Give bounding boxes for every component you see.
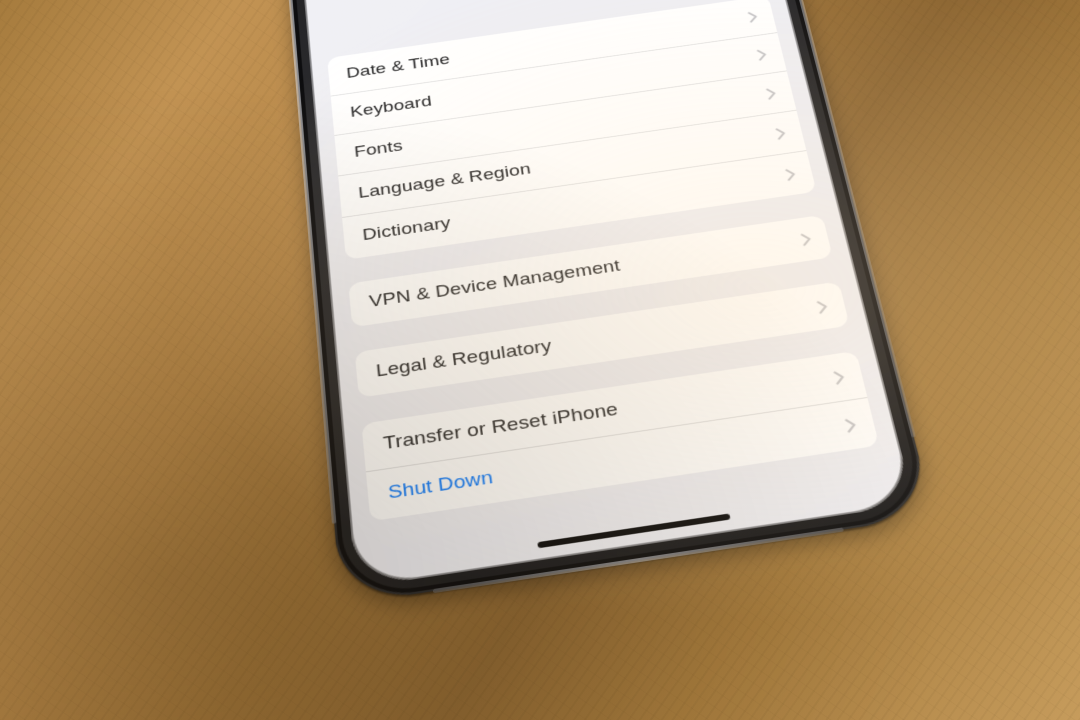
settings-row-language-region[interactable]: Language & Region — [338, 110, 806, 217]
chevron-right-icon — [833, 369, 846, 384]
phone-shadow — [298, 207, 1044, 619]
row-label: Shut Down — [387, 467, 494, 504]
settings-row-legal-regulatory[interactable]: Legal & Regulatory — [355, 281, 850, 397]
chevron-right-icon — [844, 417, 857, 433]
phone-rail — [737, 0, 917, 438]
photo-stage: Date & Time Keyboard Fonts — [0, 0, 1080, 720]
settings-group: VPN & Device Management — [348, 215, 833, 328]
chevron-right-icon — [775, 127, 787, 140]
phone-rail — [274, 0, 337, 524]
chevron-right-icon — [756, 48, 768, 61]
settings-general-list: Date & Time Keyboard Fonts — [285, 0, 899, 524]
row-label: Dictionary — [362, 214, 452, 245]
settings-group: Transfer or Reset iPhone Shut Down — [361, 351, 879, 521]
home-indicator[interactable] — [537, 513, 730, 548]
phone-rail — [433, 527, 844, 593]
chevron-right-icon — [800, 232, 812, 246]
settings-row-date-time[interactable]: Date & Time — [327, 0, 777, 96]
settings-row-keyboard[interactable]: Keyboard — [331, 32, 787, 135]
settings-row-fonts[interactable]: Fonts — [334, 70, 796, 175]
phone-chassis — [272, 0, 934, 605]
row-label: Transfer or Reset iPhone — [382, 400, 619, 455]
settings-row-dictionary[interactable]: Dictionary — [342, 150, 817, 260]
settings-row-vpn-device-management[interactable]: VPN & Device Management — [348, 215, 833, 328]
row-label: Legal & Regulatory — [375, 336, 553, 382]
row-label: Keyboard — [350, 93, 433, 122]
settings-group: Date & Time Keyboard Fonts — [327, 0, 816, 260]
chevron-right-icon — [816, 299, 829, 314]
screen-gloss — [285, 0, 915, 588]
settings-group: Legal & Regulatory — [355, 281, 850, 397]
row-label: Fonts — [353, 137, 403, 161]
iphone-device: Date & Time Keyboard Fonts — [272, 0, 934, 605]
row-label: Date & Time — [346, 51, 451, 82]
chevron-right-icon — [747, 10, 758, 22]
chevron-right-icon — [785, 167, 797, 181]
chevron-right-icon — [765, 87, 777, 100]
settings-row-shut-down[interactable]: Shut Down — [366, 397, 879, 521]
phone-screen: Date & Time Keyboard Fonts — [285, 0, 915, 588]
settings-row-transfer-reset[interactable]: Transfer or Reset iPhone — [361, 351, 867, 472]
row-label: Language & Region — [358, 160, 533, 203]
row-label: VPN & Device Management — [368, 257, 621, 313]
